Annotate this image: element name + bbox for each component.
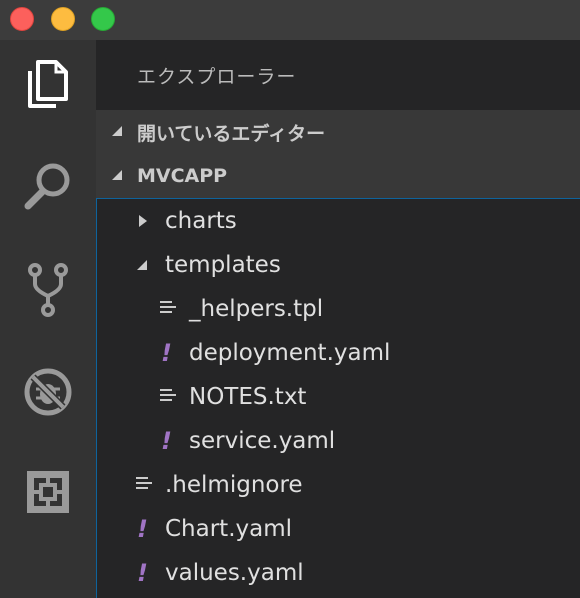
yaml-file-icon: ! [137,515,148,543]
tree-item-notes-txt[interactable]: NOTES.txt [97,375,580,419]
tree-item-service-yaml[interactable]: ! service.yaml [97,419,580,463]
chevron-down-icon [112,170,122,180]
explorer-sidebar: エクスプローラー 開いているエディター MVCAPP charts templa… [96,40,580,598]
tree-item-helpers-tpl[interactable]: _helpers.tpl [97,287,580,331]
activity-bar [0,40,96,598]
tree-item-templates[interactable]: templates [97,243,580,287]
tree-item-values-yaml[interactable]: ! values.yaml [97,551,580,595]
activity-search[interactable] [0,142,96,230]
tree-item-label: .helmignore [165,472,303,498]
activity-source-control[interactable] [0,246,96,334]
open-editors-label: 開いているエディター [137,122,326,145]
tree-item-label: service.yaml [189,428,336,454]
tree-item-label: _helpers.tpl [189,296,324,322]
extensions-icon [27,471,69,513]
sidebar-title: エクスプローラー [137,65,297,88]
text-file-icon [160,389,176,405]
tree-item-label: templates [165,252,281,278]
activity-explorer[interactable] [0,40,96,128]
tree-item-chart-yaml[interactable]: ! Chart.yaml [97,507,580,551]
text-file-icon [160,301,176,317]
chevron-down-icon [112,126,122,136]
file-tree: charts templates _helpers.tpl ! deployme… [96,198,580,598]
yaml-file-icon: ! [161,339,172,367]
files-icon [28,60,68,108]
minimize-window-button[interactable] [51,7,75,31]
tree-item-label: deployment.yaml [189,340,391,366]
chevron-right-icon [139,215,147,227]
yaml-file-icon: ! [161,427,172,455]
project-section-header[interactable]: MVCAPP [96,154,580,198]
text-file-icon [136,477,152,493]
tree-item-charts[interactable]: charts [97,199,580,243]
search-icon [24,163,70,210]
tree-item-label: values.yaml [165,560,304,586]
close-window-button[interactable] [10,7,34,31]
maximize-window-button[interactable] [91,7,115,31]
open-editors-section-header[interactable]: 開いているエディター [96,110,580,154]
no-bug-icon [24,368,72,416]
activity-debug[interactable] [0,348,96,436]
tree-item-helmignore[interactable]: .helmignore [97,463,580,507]
git-branch-icon [28,263,68,317]
tree-item-deployment-yaml[interactable]: ! deployment.yaml [97,331,580,375]
tree-item-label: NOTES.txt [189,384,307,410]
yaml-file-icon: ! [137,559,148,587]
tree-item-label: charts [165,208,237,234]
tree-item-label: Chart.yaml [165,516,293,542]
chevron-down-icon [137,260,147,270]
project-label: MVCAPP [137,165,228,187]
activity-extensions[interactable] [0,448,96,536]
title-bar [0,0,580,40]
